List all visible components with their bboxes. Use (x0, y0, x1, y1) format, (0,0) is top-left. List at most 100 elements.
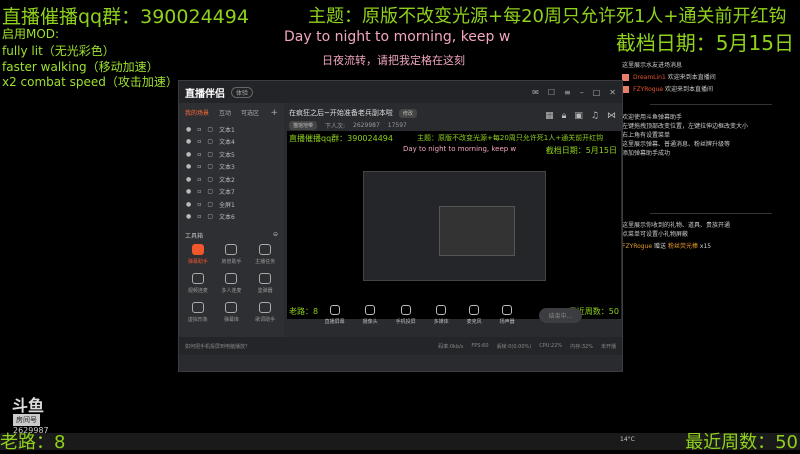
control-button[interactable]: 麦克风 (467, 305, 482, 325)
maximize-icon[interactable]: □ (593, 88, 601, 97)
control-icon (502, 305, 513, 315)
weather: 14°C (620, 436, 635, 443)
tool-button[interactable]: 鉴弹器 (248, 273, 282, 294)
stream-preview[interactable]: 直播催播qq群：390024494 主题：原版不改变光源+每20周只允许死1人+… (287, 131, 621, 319)
tip-text[interactable]: 如何把手机投屏到电脑播放？ (185, 343, 250, 350)
subtitle-cn: 日夜流转，请把我定格在这刻 (322, 54, 465, 67)
bell-icon[interactable]: ♫ (591, 111, 599, 121)
version-badge[interactable]: 体验 (231, 86, 254, 98)
lock-icon[interactable]: ▫ (197, 138, 201, 145)
mail-icon[interactable]: ✉ (532, 88, 539, 97)
control-button[interactable]: 直播屏幕 (325, 305, 345, 325)
scene-label: 文本4 (219, 139, 235, 147)
add-scene-button[interactable]: + (270, 108, 278, 118)
help-line: 欢迎使用斗鱼弹幕助手 (622, 114, 683, 121)
minimize-icon[interactable]: – (580, 88, 584, 97)
eye-icon[interactable]: ● (186, 201, 191, 208)
stat-item: 内存:32% (570, 343, 593, 350)
taskbar (0, 433, 800, 450)
tool-icon (225, 273, 238, 284)
tool-button[interactable]: 多人连麦 (215, 273, 249, 294)
tool-label: 鉴弹器 (257, 288, 273, 294)
chat-user: DreamLin1 (633, 74, 666, 81)
scene-item[interactable]: ● ▫ ▢ 文本7 (179, 186, 284, 199)
tool-button[interactable]: 歌词助手 (248, 302, 282, 323)
toolbox-title: 工具箱 (185, 233, 204, 240)
edit-title-button[interactable]: 修改 (398, 108, 417, 118)
lock-icon[interactable]: ▫ (197, 188, 201, 195)
lock-icon[interactable]: ▫ (197, 176, 201, 183)
eye-icon[interactable]: ● (186, 188, 191, 195)
left-panel: 我的场景 互动 可选区 + ● ▫ ▢ 文本1 ● ▫ ▢ 文本4 ● ▫ ▢ 文本5 ● ▫ ▢ 文本3 ● ▫ ▢ 文本… (179, 103, 284, 355)
gift-icon[interactable]: ▣ (574, 111, 583, 121)
eye-icon[interactable]: ● (186, 213, 191, 220)
tab-scenes[interactable]: 我的场景 (185, 108, 209, 118)
text-icon: ▢ (207, 163, 213, 171)
menu-icon[interactable]: ≡ (564, 88, 571, 97)
control-label: 多媒体 (433, 319, 449, 325)
gift-count: x15 (699, 243, 712, 250)
preview-topic: 主题：原版不改变光源+每20周只允许死1人+通关前开红钩 (417, 134, 604, 142)
tool-icon (259, 273, 272, 284)
tool-button[interactable]: 房管助手 (215, 244, 249, 265)
scene-item[interactable]: ● ▫ ▢ 文本3 (179, 161, 284, 174)
mod-item: fully lit（无光彩色） (2, 44, 115, 58)
tool-label: 歌词助手 (255, 317, 276, 323)
tool-button[interactable]: 虚拟形象 (181, 302, 215, 323)
category-button[interactable]: 猫馆地带 (289, 121, 318, 130)
gift-action: 赠送 (654, 243, 667, 250)
eye-icon[interactable]: ● (186, 163, 191, 170)
eye-icon[interactable]: ● (186, 176, 191, 183)
main-panel: 在疯狂之后~开始准备老兵副本啦 修改 猫馆地带 下人次: 2629987 17597 ▦… (179, 103, 622, 355)
lock-icon[interactable]: ▫ (197, 126, 201, 133)
tool-icon (259, 244, 272, 255)
mod-title: 启用MOD: (2, 27, 60, 41)
scene-item[interactable]: ● ▫ ▢ 全屏1 (179, 198, 284, 211)
stat-item: FPS:60 (471, 342, 489, 349)
scene-item[interactable]: ● ▫ ▢ 文本6 (179, 211, 284, 224)
viewers-label: 下人次: (325, 123, 346, 130)
chat-message: FZYRogue 欢迎来到本直播间 (622, 84, 713, 93)
tool-button[interactable]: 弹幕助手 (181, 244, 215, 265)
text-icon: ▢ (207, 200, 213, 208)
scene-item[interactable]: ● ▫ ▢ 文本5 (179, 148, 284, 161)
scene-item[interactable]: ● ▫ ▢ 文本4 (179, 136, 284, 149)
tool-button[interactable]: 主播任务 (248, 244, 282, 265)
lock-icon[interactable]: ▫ (197, 163, 201, 170)
preview-subtitle: Day to night to morning, keep w (403, 145, 517, 153)
scene-label: 文本2 (219, 176, 235, 184)
scene-item[interactable]: ● ▫ ▢ 文本1 (179, 123, 284, 136)
lock-icon[interactable]: ▫ (197, 201, 201, 208)
control-button[interactable]: 手机投屏 (396, 305, 416, 325)
eye-icon[interactable]: ● (186, 138, 191, 145)
control-button[interactable]: 多媒体 (434, 305, 449, 325)
tool-button[interactable]: 弹幕库 (215, 302, 249, 323)
eye-icon[interactable]: ● (186, 151, 191, 158)
lock-icon[interactable]: 🔒︎ (562, 111, 567, 121)
control-button[interactable]: 扬声器 (500, 305, 515, 325)
more-icon[interactable]: ⊖ (273, 231, 278, 240)
scene-label: 文本1 (219, 126, 235, 134)
go-live-button[interactable]: 结束中... (538, 307, 583, 323)
text-icon: ▢ (207, 188, 213, 196)
eye-icon[interactable]: ● (186, 126, 191, 133)
close-icon[interactable]: ✕ (609, 88, 616, 97)
calendar-icon[interactable]: ▦ (545, 111, 554, 121)
control-button[interactable]: 摄像头 (363, 305, 378, 325)
scene-item[interactable]: ● ▫ ▢ 文本2 (179, 173, 284, 186)
douyu-logo: 斗鱼 (12, 396, 45, 415)
gift-hint: 这里展示你收到的礼物、道具、贵族开通 (622, 222, 731, 229)
save-date-text: 截档日期：5月15日 (615, 31, 794, 55)
tool-button[interactable]: 视频连麦 (181, 273, 215, 294)
recent-weeks-text: 最近周数：50 (685, 432, 798, 453)
chat-icon[interactable]: ☐ (548, 88, 555, 97)
lock-icon[interactable]: ▫ (197, 151, 201, 158)
mod-item: x2 combat speed（攻击加速） (2, 75, 178, 89)
share-icon[interactable]: ⋈ (607, 111, 616, 121)
tool-label: 房管助手 (221, 259, 242, 265)
tab-interact[interactable]: 互动 (219, 108, 231, 118)
control-icon (400, 305, 411, 315)
lock-icon[interactable]: ▫ (197, 213, 201, 220)
tab-optional[interactable]: 可选区 (241, 108, 259, 118)
user-icon (622, 86, 629, 93)
